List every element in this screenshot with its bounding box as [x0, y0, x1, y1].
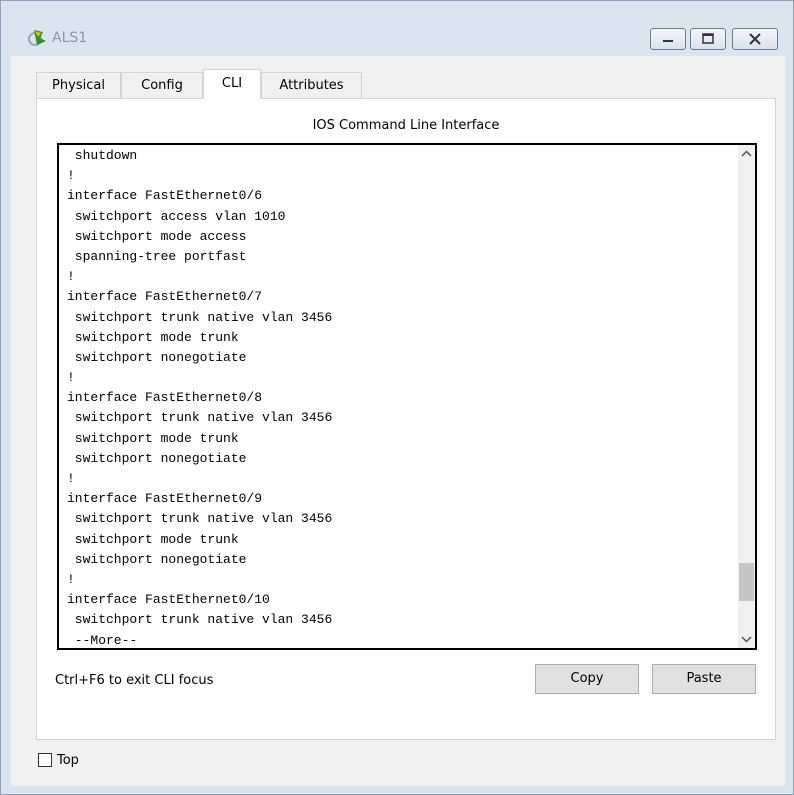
terminal-line: ! — [67, 471, 75, 486]
tab-cli[interactable]: CLI — [203, 69, 261, 99]
window-title: ALS1 — [52, 30, 88, 46]
terminal-line: switchport trunk native vlan 3456 — [67, 511, 333, 527]
top-checkbox-label: Top — [57, 753, 79, 768]
terminal-line: ! — [67, 269, 75, 285]
terminal-line: switchport mode trunk — [67, 531, 239, 547]
terminal-line: switchport mode trunk — [67, 329, 239, 345]
title-bar[interactable]: ALS1 — [1, 1, 793, 51]
terminal-line: interface FastEthernet0/10 — [67, 592, 270, 608]
terminal-line: switchport trunk native vlan 3456 — [67, 612, 333, 628]
maximize-button[interactable] — [690, 28, 726, 50]
terminal-line: switchport nonegotiate — [67, 349, 247, 365]
terminal-line: switchport mode access — [67, 228, 247, 244]
panel-title: IOS Command Line Interface — [312, 118, 500, 133]
terminal-line: interface FastEthernet0/6 — [67, 188, 263, 204]
terminal-line: switchport trunk native vlan 3456 — [67, 309, 333, 325]
cli-terminal[interactable]: shutdown! interface FastEthernet0/6 switc… — [57, 143, 757, 650]
terminal-line: switchport nonegotiate — [67, 450, 247, 466]
terminal-output: shutdown! interface FastEthernet0/6 switc… — [67, 146, 333, 648]
copy-button[interactable]: Copy — [535, 664, 639, 694]
terminal-line: spanning-tree portfast — [67, 248, 247, 264]
cli-panel: IOS Command Line Interface shutdown! inte… — [36, 98, 776, 740]
packet-tracer-app-icon — [27, 27, 49, 49]
terminal-line: switchport access vlan 1010 — [67, 208, 286, 224]
scroll-thumb[interactable] — [739, 562, 754, 601]
chevron-up-icon — [741, 150, 752, 157]
cli-focus-hint: Ctrl+F6 to exit CLI focus — [55, 673, 214, 688]
paste-button[interactable]: Paste — [652, 664, 756, 694]
scroll-down-button[interactable] — [738, 631, 755, 648]
maximize-icon — [702, 33, 714, 44]
terminal-line: --More-- — [67, 632, 138, 648]
chevron-down-icon — [741, 636, 752, 643]
terminal-line: switchport nonegotiate — [67, 551, 247, 567]
client-area: Physical Config CLI Attributes IOS Comma… — [11, 56, 785, 786]
terminal-line: ! — [67, 168, 75, 184]
tab-config[interactable]: Config — [121, 72, 203, 98]
minimize-button[interactable] — [650, 28, 686, 50]
terminal-line: ! — [67, 571, 75, 587]
terminal-line: interface FastEthernet0/8 — [67, 390, 263, 406]
close-button[interactable] — [732, 28, 778, 50]
terminal-scrollbar[interactable] — [738, 145, 755, 648]
minimize-icon — [663, 40, 673, 42]
scroll-up-button[interactable] — [738, 145, 755, 162]
tab-physical[interactable]: Physical — [36, 72, 121, 98]
top-checkbox[interactable] — [38, 753, 52, 767]
terminal-line: switchport mode trunk — [67, 430, 239, 446]
terminal-line: ! — [67, 370, 75, 386]
tab-attributes[interactable]: Attributes — [261, 72, 362, 98]
terminal-line: interface FastEthernet0/9 — [67, 491, 263, 507]
terminal-line: shutdown — [67, 148, 138, 163]
close-icon — [749, 33, 761, 45]
app-window: ALS1 Physical Config CLI Attributes IOS … — [0, 0, 794, 795]
terminal-line: switchport trunk native vlan 3456 — [67, 410, 333, 426]
terminal-line: interface FastEthernet0/7 — [67, 289, 263, 305]
